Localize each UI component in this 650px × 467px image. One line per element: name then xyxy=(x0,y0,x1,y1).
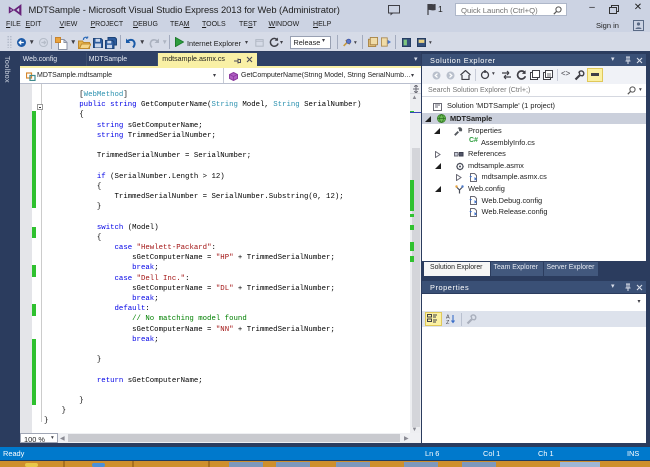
svg-text:Z: Z xyxy=(446,320,450,324)
